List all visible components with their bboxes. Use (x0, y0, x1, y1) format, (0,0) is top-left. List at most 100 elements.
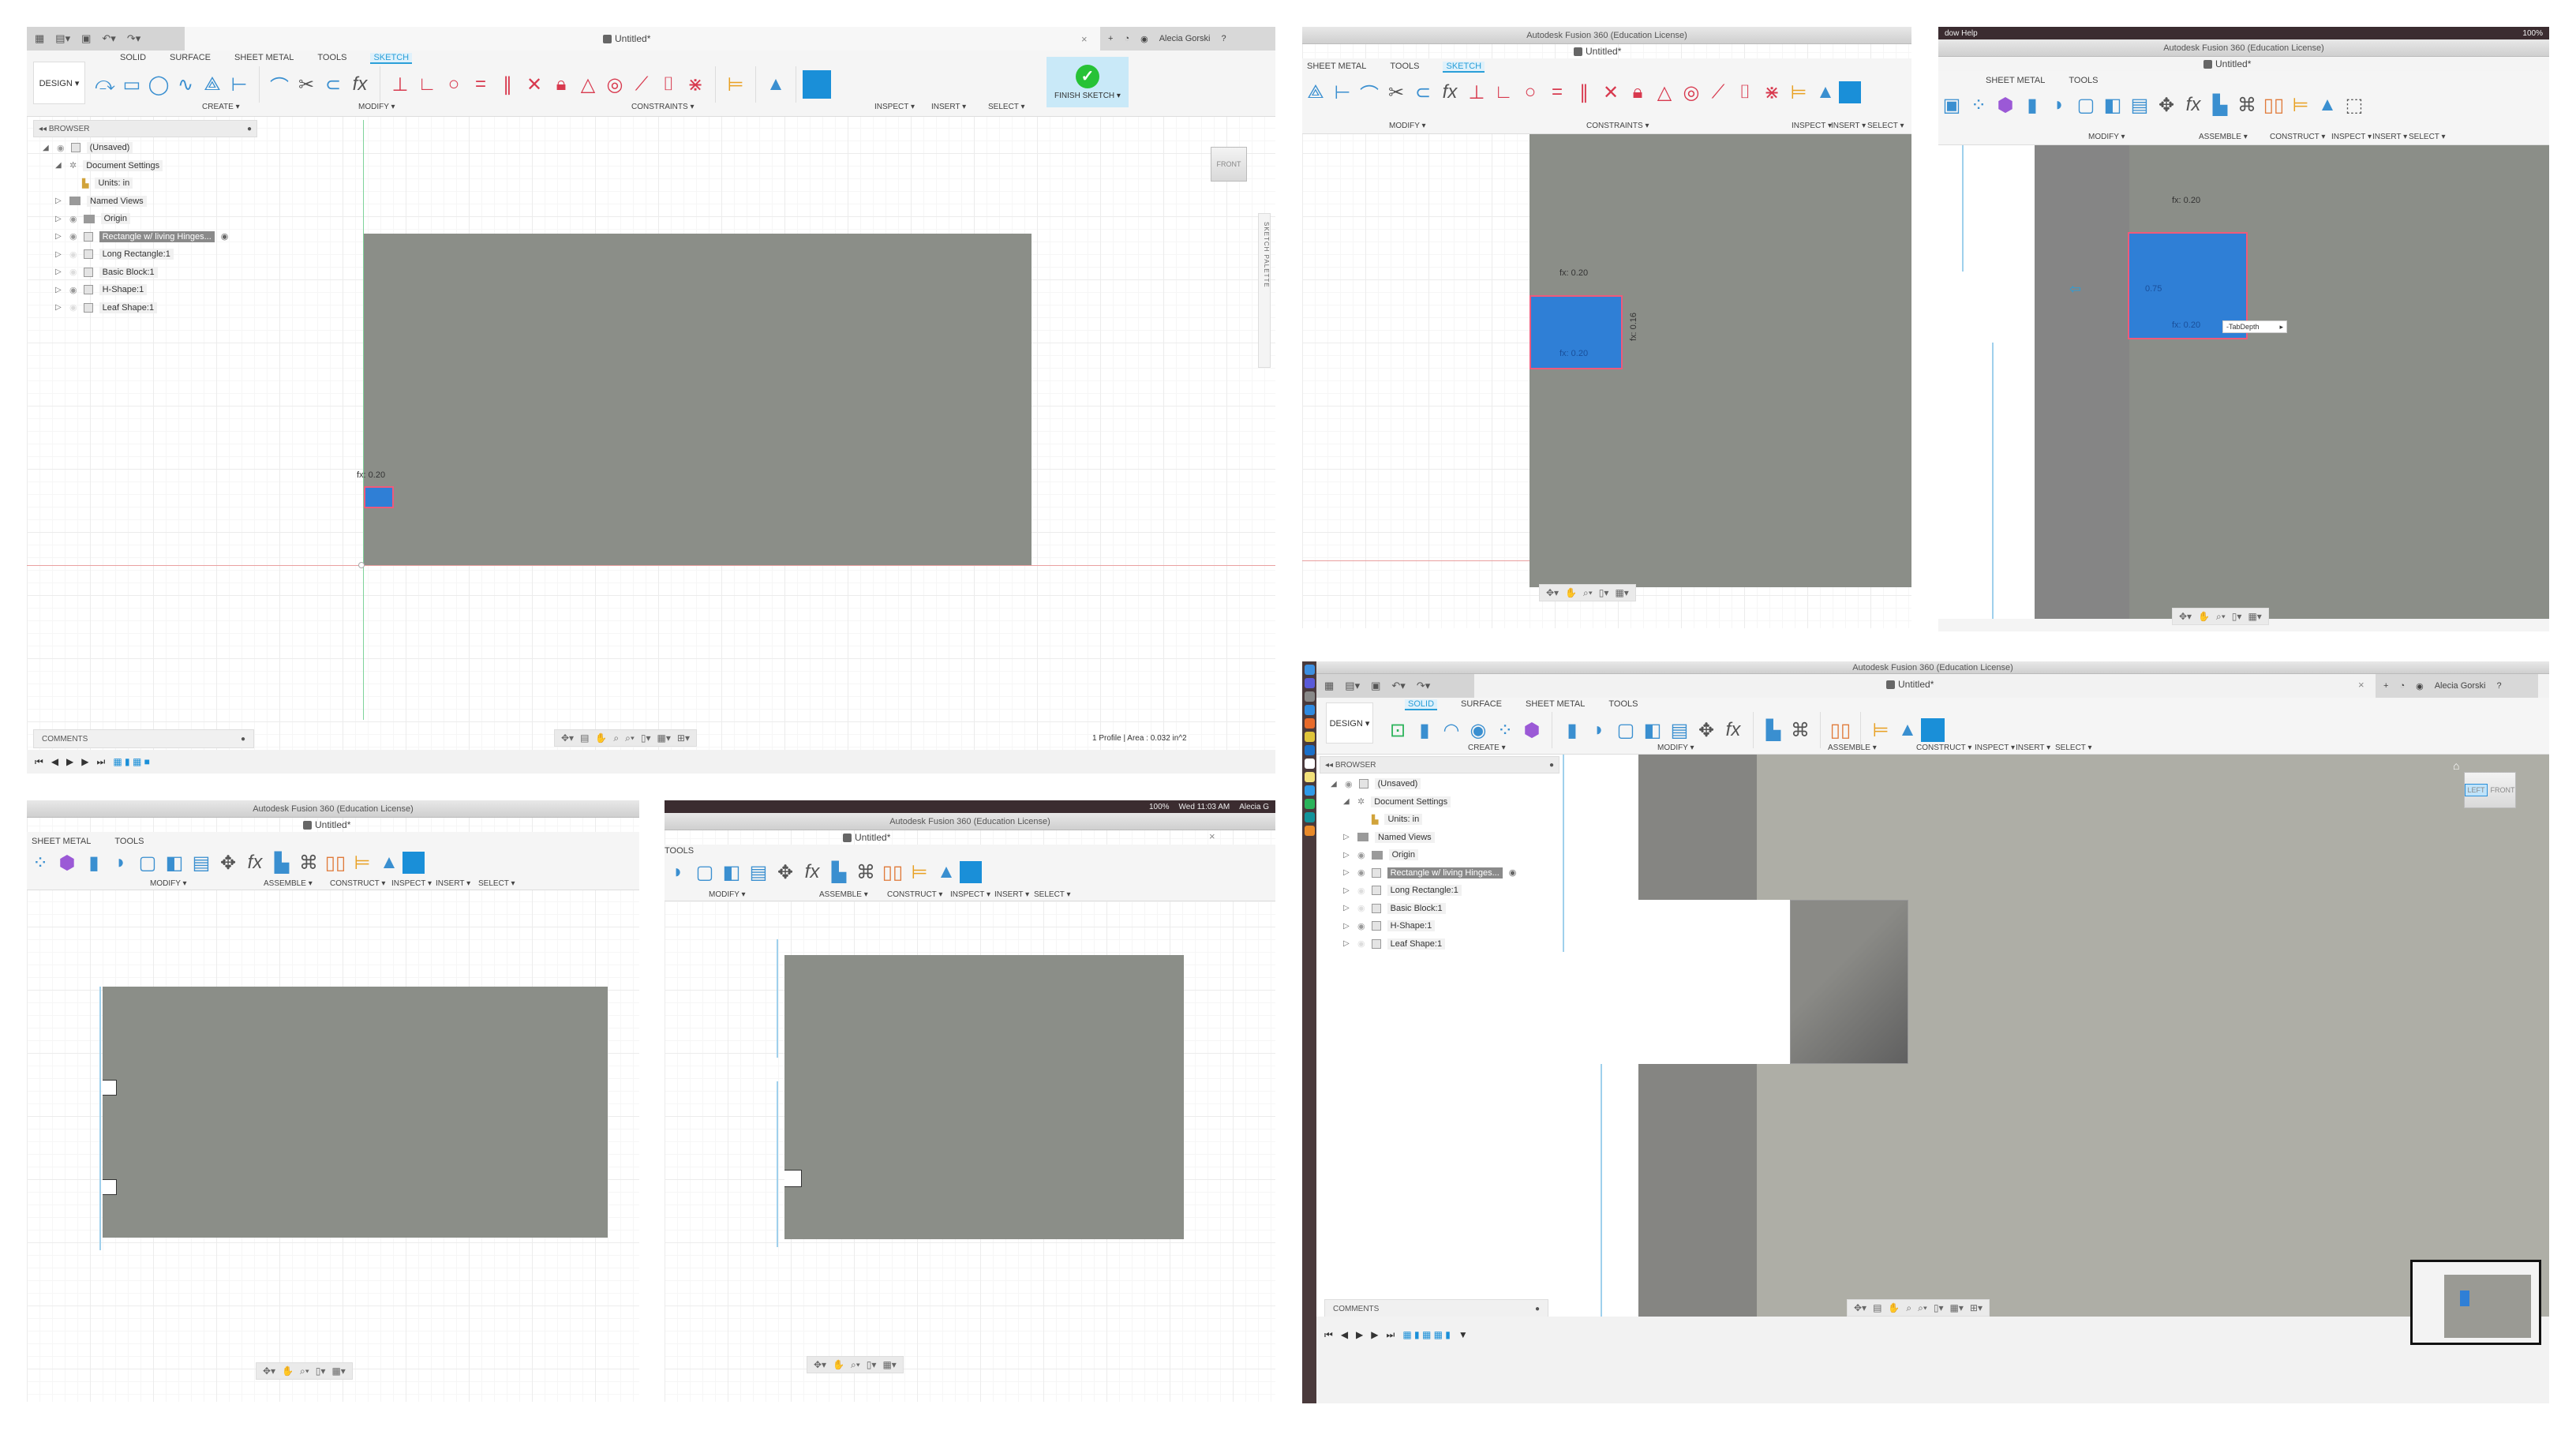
visibility-eye-icon[interactable]: ◉ (69, 267, 77, 277)
timeline-first-icon[interactable]: ⏮ (35, 756, 43, 768)
timeline-marker[interactable]: ▼ (1458, 1329, 1468, 1340)
document-tab[interactable]: Untitled* (1886, 679, 1934, 690)
extrude-icon[interactable]: ▮ (1411, 717, 1438, 744)
symmetry-constraint-icon[interactable]: ⌷ (1732, 79, 1758, 106)
browser-header[interactable]: ◂◂ BROWSER ● (1320, 756, 1559, 774)
timeline-prev-icon[interactable]: ◀ (51, 756, 58, 767)
home-view-icon[interactable]: ⌂ (2453, 759, 2459, 772)
orbit-icon[interactable]: ✥▾ (1546, 587, 1559, 598)
viewcube-front-face[interactable]: FRONT (2491, 786, 2515, 794)
spline-tool-icon[interactable]: ∿ (172, 71, 199, 98)
expand-triangle-icon[interactable]: ▷ (55, 250, 63, 259)
orbit-icon[interactable]: ✥▾ (561, 732, 574, 744)
move-copy-icon[interactable]: ✥ (2153, 92, 2180, 118)
construct-plane-icon[interactable]: ▯▯ (322, 849, 349, 876)
group-construct[interactable]: CONSTRUCT ▾ (887, 890, 942, 899)
select-icon[interactable] (1921, 718, 1945, 742)
zoom-icon[interactable]: ⌕▾ (300, 1365, 309, 1377)
measure-inspect-icon[interactable]: ⊨ (722, 71, 749, 98)
group-select[interactable]: SELECT ▾ (2409, 133, 2446, 141)
expand-triangle-icon[interactable]: ◢ (1331, 780, 1339, 789)
design-workspace-button[interactable]: DESIGN ▾ (1326, 702, 1373, 744)
tab-cutout-bottom[interactable] (103, 1179, 117, 1195)
dimension-width-top[interactable]: fx: 0.20 (1559, 268, 1588, 278)
finish-sketch-button[interactable]: ✓ FINISH SKETCH ▾ (1046, 57, 1129, 107)
dimension-label[interactable]: fx: 0.20 (357, 470, 385, 480)
timeline-feature-icon[interactable]: ▦ ▮ ▦ ■ (113, 756, 150, 767)
look-at-icon[interactable]: ▤ (1873, 1302, 1881, 1313)
zoom-icon[interactable]: ⌕▾ (625, 732, 635, 744)
expand-triangle-icon[interactable]: ▷ (1343, 868, 1351, 877)
tab-tools[interactable]: TOOLS (114, 837, 144, 846)
replace-face-icon[interactable]: ▤ (1666, 717, 1693, 744)
browser-item[interactable]: ▙ Units: in (33, 174, 257, 193)
group-insert[interactable]: INSERT ▾ (931, 103, 966, 111)
group-select[interactable]: SELECT ▾ (1867, 122, 1904, 130)
visibility-eye-icon[interactable]: ◉ (1357, 867, 1365, 878)
coincident-constraint-icon[interactable]: ✕ (521, 71, 548, 98)
measure-inspect-icon[interactable]: ⊨ (2287, 92, 2314, 118)
equal-constraint-icon[interactable]: = (467, 71, 494, 98)
body-rectangle[interactable] (784, 955, 1184, 1239)
group-inspect[interactable]: INSPECT ▾ (1975, 744, 2015, 752)
app-grid-icon[interactable]: ▦ (35, 32, 44, 45)
group-construct[interactable]: CONSTRUCT ▾ (1916, 744, 1971, 752)
group-create[interactable]: CREATE ▾ (1468, 744, 1506, 752)
tab-surface[interactable]: SURFACE (1461, 699, 1502, 710)
comments-panel[interactable]: COMMENTS ● (1324, 1299, 1548, 1318)
body-rectangle[interactable] (364, 234, 1032, 565)
new-tab-icon[interactable]: + (1108, 34, 1113, 43)
notifications-icon[interactable]: ◉ (2416, 681, 2424, 691)
combine-tool-icon[interactable]: ◧ (2099, 92, 2126, 118)
group-inspect[interactable]: INSPECT ▾ (391, 879, 432, 888)
dimension-height[interactable]: fx: 0.16 (1629, 313, 1638, 341)
trim-tool-icon[interactable]: ✂ (1383, 79, 1410, 106)
parameters-fx-icon[interactable]: fx (799, 859, 826, 886)
group-create[interactable]: CREATE ▾ (202, 103, 240, 111)
new-component-icon[interactable]: ▙ (826, 859, 852, 886)
dimension-tool-icon[interactable]: ⊢ (226, 71, 253, 98)
browser-item[interactable]: ▙ Units: in (1320, 811, 1559, 829)
parameters-fx-icon[interactable]: fx (1720, 717, 1747, 744)
timeline-next-icon[interactable]: ▶ (1371, 1329, 1378, 1340)
browser-item[interactable]: ▷ ◉ Basic Block:1 (33, 264, 257, 282)
construct-plane-icon[interactable]: ▯▯ (2260, 92, 2287, 118)
document-tab[interactable]: Untitled* (2203, 58, 2251, 69)
group-select[interactable]: SELECT ▾ (2055, 744, 2092, 752)
pan-icon[interactable]: ✋ (595, 732, 607, 744)
redo-icon[interactable]: ↷▾ (1417, 680, 1430, 692)
measure-inspect-icon[interactable]: ⊨ (906, 859, 933, 886)
save-icon[interactable]: ▣ (81, 32, 91, 45)
expand-triangle-icon[interactable]: ▷ (55, 286, 63, 294)
construct-plane-icon[interactable]: ▯▯ (1827, 717, 1854, 744)
pattern-tool-icon[interactable]: ⁘ (27, 849, 54, 876)
fillet-tool-icon[interactable]: ◗ (1586, 717, 1612, 744)
file-menu-icon[interactable]: ▤▾ (1345, 680, 1360, 692)
zoom-window-icon[interactable]: ⌕ (1906, 1302, 1911, 1314)
zoom-icon[interactable]: ⌕▾ (2216, 611, 2226, 623)
outlook-icon[interactable] (1304, 745, 1315, 755)
sketch-tab-profile[interactable] (364, 486, 394, 508)
combine-tool-icon[interactable]: ◧ (718, 859, 745, 886)
browser-item[interactable]: ▷ Named Views (1320, 829, 1559, 847)
midpoint-constraint-icon[interactable]: ⟋ (628, 71, 655, 98)
visibility-eye-icon[interactable]: ◉ (57, 143, 65, 153)
safari-icon[interactable] (1304, 705, 1315, 715)
display-settings-icon[interactable]: ▯▾ (316, 1365, 326, 1377)
grid-settings-icon[interactable]: ▦▾ (882, 1359, 896, 1370)
shell-tool-icon[interactable]: ▢ (2072, 92, 2099, 118)
tangent-constraint-icon[interactable]: ○ (1517, 79, 1544, 106)
pan-icon[interactable]: ✋ (2198, 611, 2210, 622)
group-inspect[interactable]: INSPECT ▾ (950, 890, 990, 899)
tab-cutout-top[interactable] (103, 1080, 117, 1096)
group-insert[interactable]: INSERT ▾ (436, 879, 470, 888)
expand-triangle-icon[interactable]: ▷ (55, 303, 63, 312)
triangle-constraint-icon[interactable]: △ (575, 71, 601, 98)
group-constraints[interactable]: CONSTRAINTS ▾ (1586, 122, 1649, 130)
shell-tool-icon[interactable]: ▢ (691, 859, 718, 886)
parameters-fx-icon[interactable]: fx (2180, 92, 2207, 118)
notifications-icon[interactable]: ◉ (1140, 34, 1148, 44)
group-modify[interactable]: MODIFY ▾ (709, 890, 746, 899)
coincident-constraint-icon[interactable]: ✕ (1597, 79, 1624, 106)
press-pull-icon[interactable]: ▮ (80, 849, 107, 876)
